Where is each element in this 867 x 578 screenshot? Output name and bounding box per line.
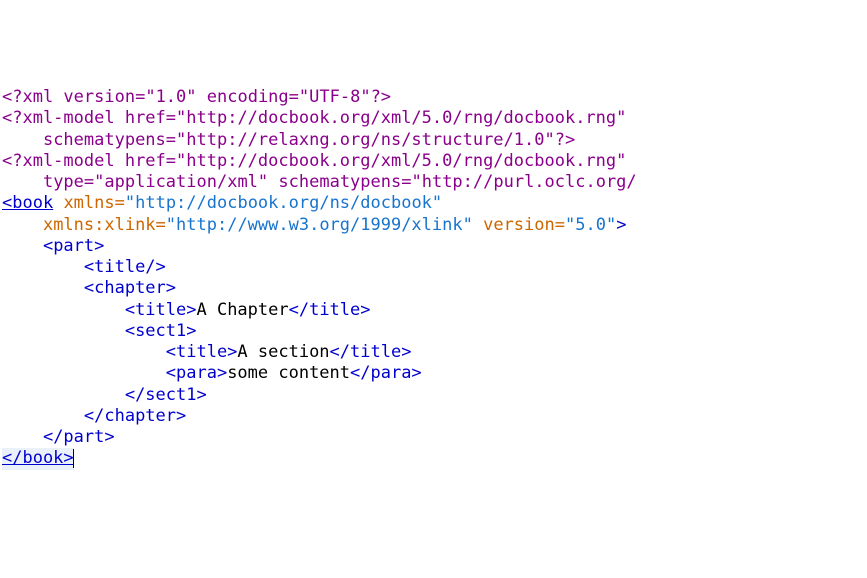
text-cursor [73, 449, 74, 469]
pi-close: ?> [555, 130, 575, 150]
attr-value: "http://www.w3.org/1999/xlink" [166, 215, 473, 235]
attr-name: href [125, 108, 166, 128]
code-line: <sect1> [2, 321, 196, 341]
tag-book-close: </book> [2, 448, 74, 468]
code-line: type="application/xml" schematypens="htt… [2, 172, 637, 192]
attr-value: "http://relaxng.org/ns/structure/1.0" [176, 130, 555, 150]
tag-open-book: <book [2, 193, 53, 213]
code-line: <title/> [2, 257, 166, 277]
attr-value: "application/xml" [94, 172, 268, 192]
xml-editor-view[interactable]: <?xml version="1.0" encoding="UTF-8"?> <… [0, 85, 867, 472]
attr-name: href [125, 151, 166, 171]
tag-sect1-close: </sect1> [125, 385, 207, 405]
attr-value: "http://docbook.org/xml/5.0/rng/docbook.… [176, 108, 626, 128]
tag-para-open: <para> [166, 363, 227, 383]
chapter-title-text: A Chapter [196, 300, 288, 320]
attr-name: version [63, 87, 135, 107]
attr-name: xmlns [63, 193, 114, 213]
equals: = [115, 193, 125, 213]
tag-part-close: </part> [43, 427, 115, 447]
equals: = [555, 215, 565, 235]
attr-name: schematypens [278, 172, 401, 192]
tag-close-bracket: > [616, 215, 626, 235]
pi-open: <?xml-model [2, 151, 125, 171]
tag-chapter-close: </chapter> [84, 406, 186, 426]
code-line: schematypens="http://relaxng.org/ns/stru… [2, 130, 575, 150]
tag-chapter: <chapter> [84, 278, 176, 298]
code-line: <title>A Chapter</title> [2, 300, 371, 320]
pi-open: <?xml-model [2, 108, 125, 128]
attr-name: xmlns:xlink [43, 215, 156, 235]
attr-value: "http://docbook.org/xml/5.0/rng/docbook.… [176, 151, 626, 171]
attr-name: type [43, 172, 84, 192]
code-line: <title>A section</title> [2, 342, 411, 362]
attr-value: "UTF-8" [299, 87, 371, 107]
tag-title-empty: <title/> [84, 257, 166, 277]
tag-title-open: <title> [166, 342, 238, 362]
equals: = [401, 172, 411, 192]
equals: = [84, 172, 94, 192]
code-line: </part> [2, 427, 115, 447]
tag-para-close: </para> [350, 363, 422, 383]
equals: = [166, 151, 176, 171]
attr-value: "http://docbook.org/ns/docbook" [125, 193, 442, 213]
code-line: <para>some content</para> [2, 363, 422, 383]
attr-name: encoding [207, 87, 289, 107]
code-line: <?xml-model href="http://docbook.org/xml… [2, 151, 626, 171]
attr-value: "1.0" [145, 87, 196, 107]
attr-value: "5.0" [565, 215, 616, 235]
code-line: <book xmlns="http://docbook.org/ns/docbo… [2, 193, 442, 213]
code-line-selected: </book> [2, 448, 74, 469]
equals: = [135, 87, 145, 107]
equals: = [166, 108, 176, 128]
equals: = [156, 215, 166, 235]
attr-name: schematypens [43, 130, 166, 150]
code-line: </sect1> [2, 385, 207, 405]
attr-name: version [483, 215, 555, 235]
code-line: <chapter> [2, 278, 176, 298]
code-line: xmlns:xlink="http://www.w3.org/1999/xlin… [2, 215, 626, 235]
code-line: <?xml-model href="http://docbook.org/xml… [2, 108, 626, 128]
tag-part: <part> [43, 236, 104, 256]
code-line: </chapter> [2, 406, 186, 426]
equals: = [166, 130, 176, 150]
code-line: <part> [2, 236, 104, 256]
attr-value: "http://purl.oclc.org/ [411, 172, 636, 192]
para-text: some content [227, 363, 350, 383]
section-title-text: A section [237, 342, 329, 362]
tag-title-open: <title> [125, 300, 197, 320]
equals: = [289, 87, 299, 107]
code-line: <?xml version="1.0" encoding="UTF-8"?> [2, 87, 391, 107]
tag-sect1: <sect1> [125, 321, 197, 341]
tag-title-close: </title> [289, 300, 371, 320]
pi-open: <?xml [2, 87, 63, 107]
pi-close: ?> [371, 87, 391, 107]
tag-title-close: </title> [330, 342, 412, 362]
